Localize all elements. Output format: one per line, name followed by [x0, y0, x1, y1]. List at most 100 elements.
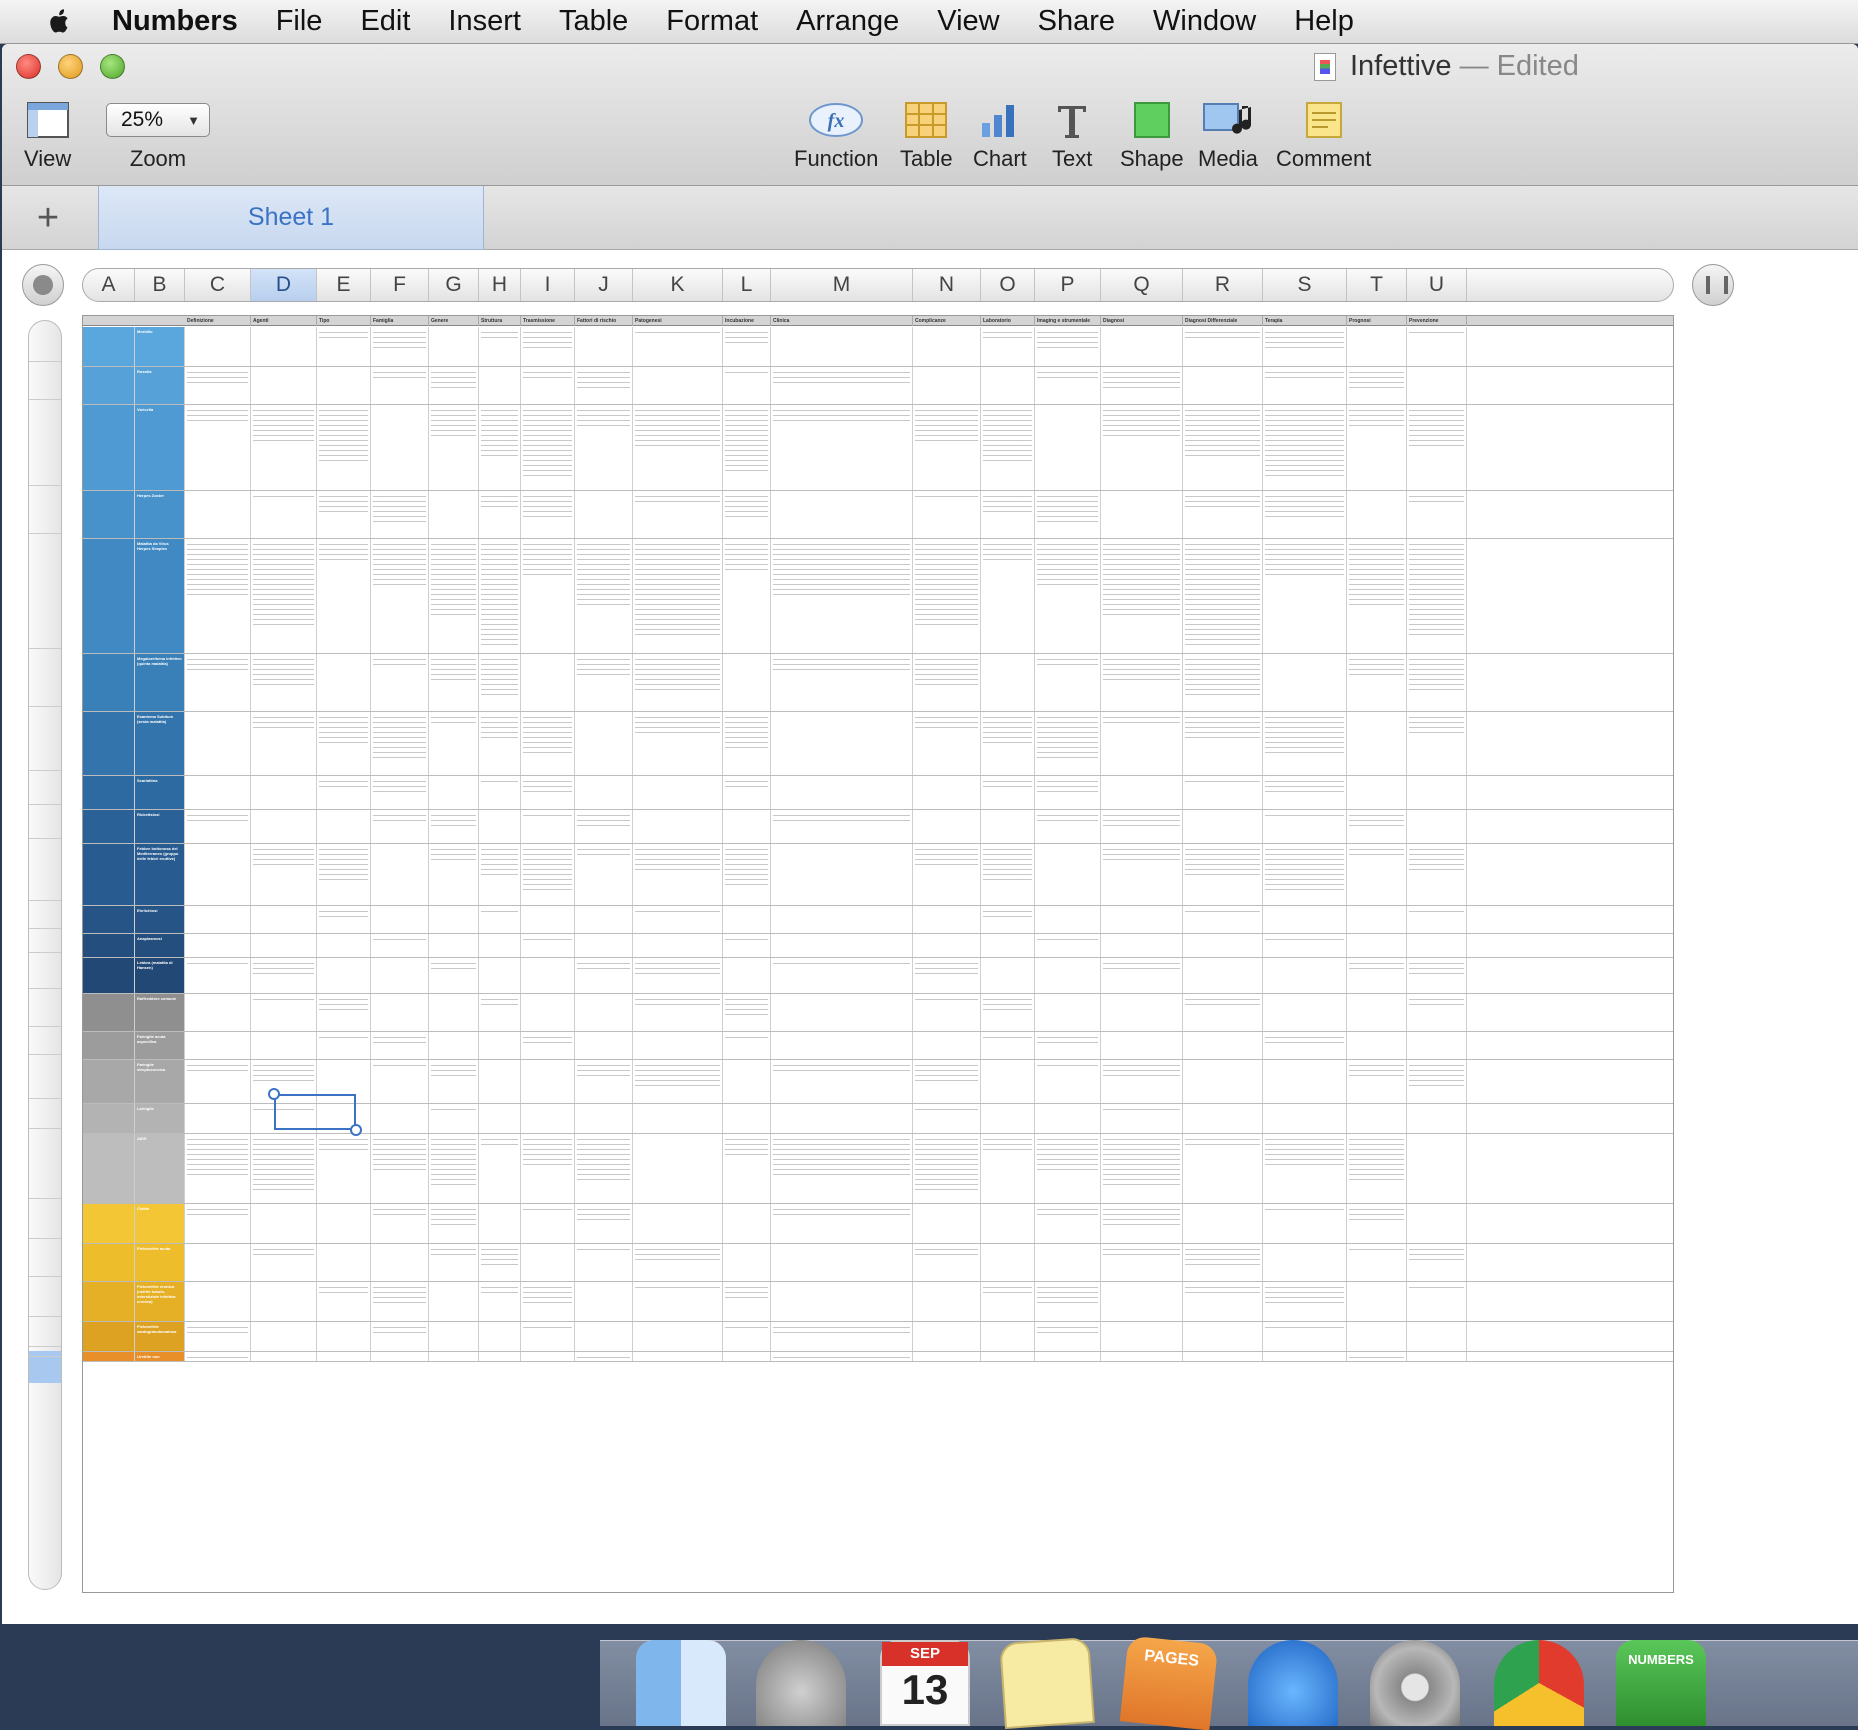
table-cell[interactable]	[575, 906, 633, 933]
menu-format[interactable]: Format	[666, 5, 758, 38]
table-cell[interactable]	[771, 1032, 913, 1059]
table-cell[interactable]	[371, 994, 429, 1031]
column-header-u[interactable]: U	[1407, 269, 1467, 301]
table-header-cell[interactable]: Definizione	[185, 316, 251, 326]
table-cell[interactable]	[1035, 1352, 1101, 1361]
table-cell[interactable]	[1035, 934, 1101, 957]
table-cell[interactable]	[575, 844, 633, 905]
table-cell[interactable]	[1035, 1060, 1101, 1103]
table-cell[interactable]	[1035, 776, 1101, 809]
table-cell[interactable]	[317, 994, 371, 1031]
table-cell[interactable]	[251, 934, 317, 957]
table-row[interactable]: Pielonefrite acuta	[83, 1244, 1673, 1282]
table-cell[interactable]	[913, 906, 981, 933]
table-cell[interactable]	[317, 1282, 371, 1321]
table-cell[interactable]	[1407, 539, 1467, 653]
table-cell[interactable]	[479, 934, 521, 957]
table-cell[interactable]	[429, 776, 479, 809]
table-cell[interactable]	[317, 539, 371, 653]
table-header-cell[interactable]: Diagnosi Differenziale	[1183, 316, 1263, 326]
table-cell[interactable]	[1407, 934, 1467, 957]
text-button[interactable]: Text	[1052, 100, 1092, 172]
comment-button[interactable]: Comment	[1276, 100, 1371, 172]
table-cell[interactable]	[185, 1322, 251, 1351]
table-cell[interactable]	[913, 1204, 981, 1243]
table-cell[interactable]	[1407, 1032, 1467, 1059]
table-cell[interactable]	[1347, 491, 1407, 538]
row-name-cell[interactable]: AIDS	[135, 1134, 185, 1203]
table-cell[interactable]	[1183, 958, 1263, 993]
table-cell[interactable]	[723, 906, 771, 933]
function-button[interactable]: fx Function	[794, 100, 878, 172]
table-cell[interactable]	[913, 844, 981, 905]
table-cell[interactable]	[1035, 1032, 1101, 1059]
table-header-cell[interactable]: Laboratorio	[981, 316, 1035, 326]
table-cell[interactable]	[575, 405, 633, 490]
table-cell[interactable]	[633, 491, 723, 538]
table-cell[interactable]	[371, 539, 429, 653]
table-cell[interactable]	[1407, 906, 1467, 933]
table-cell[interactable]	[1101, 1244, 1183, 1281]
table-row[interactable]: Megaloeritema infettivo (quinta malattia…	[83, 654, 1673, 712]
table-cell[interactable]	[633, 1060, 723, 1103]
table-cell[interactable]	[479, 1322, 521, 1351]
table-cell[interactable]	[371, 1204, 429, 1243]
table-cell[interactable]	[251, 539, 317, 653]
column-header-k[interactable]: K	[633, 269, 723, 301]
table-cell[interactable]	[981, 1204, 1035, 1243]
table-cell[interactable]	[371, 367, 429, 404]
table-header-cell[interactable]: Famiglia	[371, 316, 429, 326]
table-cell[interactable]	[429, 367, 479, 404]
table-cell[interactable]	[521, 539, 575, 653]
table-cell[interactable]	[317, 1032, 371, 1059]
table-cell[interactable]	[1347, 810, 1407, 843]
table-cell[interactable]	[185, 958, 251, 993]
table-cell[interactable]	[251, 906, 317, 933]
table-cell[interactable]	[913, 654, 981, 711]
table-cell[interactable]	[723, 654, 771, 711]
table-cell[interactable]	[913, 934, 981, 957]
table-cell[interactable]	[1263, 654, 1347, 711]
table-cell[interactable]	[317, 906, 371, 933]
table-cell[interactable]	[371, 1104, 429, 1133]
table-row[interactable]: Uretrite non	[83, 1352, 1673, 1362]
table-cell[interactable]	[479, 712, 521, 775]
table-cell[interactable]	[1263, 1204, 1347, 1243]
table-cell[interactable]	[1035, 712, 1101, 775]
table-cell[interactable]	[575, 994, 633, 1031]
table-cell[interactable]	[723, 367, 771, 404]
table-cell[interactable]	[981, 1282, 1035, 1321]
table-cell[interactable]	[521, 1322, 575, 1351]
table-cell[interactable]	[317, 327, 371, 366]
spreadsheet-table[interactable]: Definizione Agenti Tipo Famiglia Genere Strut…	[82, 315, 1674, 1593]
table-cell[interactable]	[913, 1352, 981, 1361]
table-cell[interactable]	[479, 906, 521, 933]
table-cell[interactable]	[1035, 1204, 1101, 1243]
table-cell[interactable]	[1035, 844, 1101, 905]
table-cell[interactable]	[185, 654, 251, 711]
table-cell[interactable]	[1183, 994, 1263, 1031]
table-cell[interactable]	[723, 1322, 771, 1351]
column-header-p[interactable]: P	[1035, 269, 1101, 301]
column-header-o[interactable]: O	[981, 269, 1035, 301]
select-all-button[interactable]	[22, 264, 64, 306]
table-cell[interactable]	[1035, 405, 1101, 490]
table-cell[interactable]	[479, 958, 521, 993]
table-cell[interactable]	[723, 934, 771, 957]
table-cell[interactable]	[1183, 539, 1263, 653]
table-cell[interactable]	[521, 844, 575, 905]
table-row[interactable]: Cistite	[83, 1204, 1673, 1244]
table-cell[interactable]	[479, 1204, 521, 1243]
table-cell[interactable]	[251, 1244, 317, 1281]
chrome-icon[interactable]	[1494, 1640, 1584, 1726]
table-cell[interactable]	[633, 958, 723, 993]
apple-icon[interactable]	[40, 7, 80, 37]
table-cell[interactable]	[429, 1282, 479, 1321]
table-cell[interactable]	[1407, 844, 1467, 905]
table-cell[interactable]	[1347, 1204, 1407, 1243]
table-cell[interactable]	[575, 1244, 633, 1281]
table-cell[interactable]	[981, 844, 1035, 905]
table-cell[interactable]	[771, 776, 913, 809]
column-header-i[interactable]: I	[521, 269, 575, 301]
table-cell[interactable]	[251, 844, 317, 905]
